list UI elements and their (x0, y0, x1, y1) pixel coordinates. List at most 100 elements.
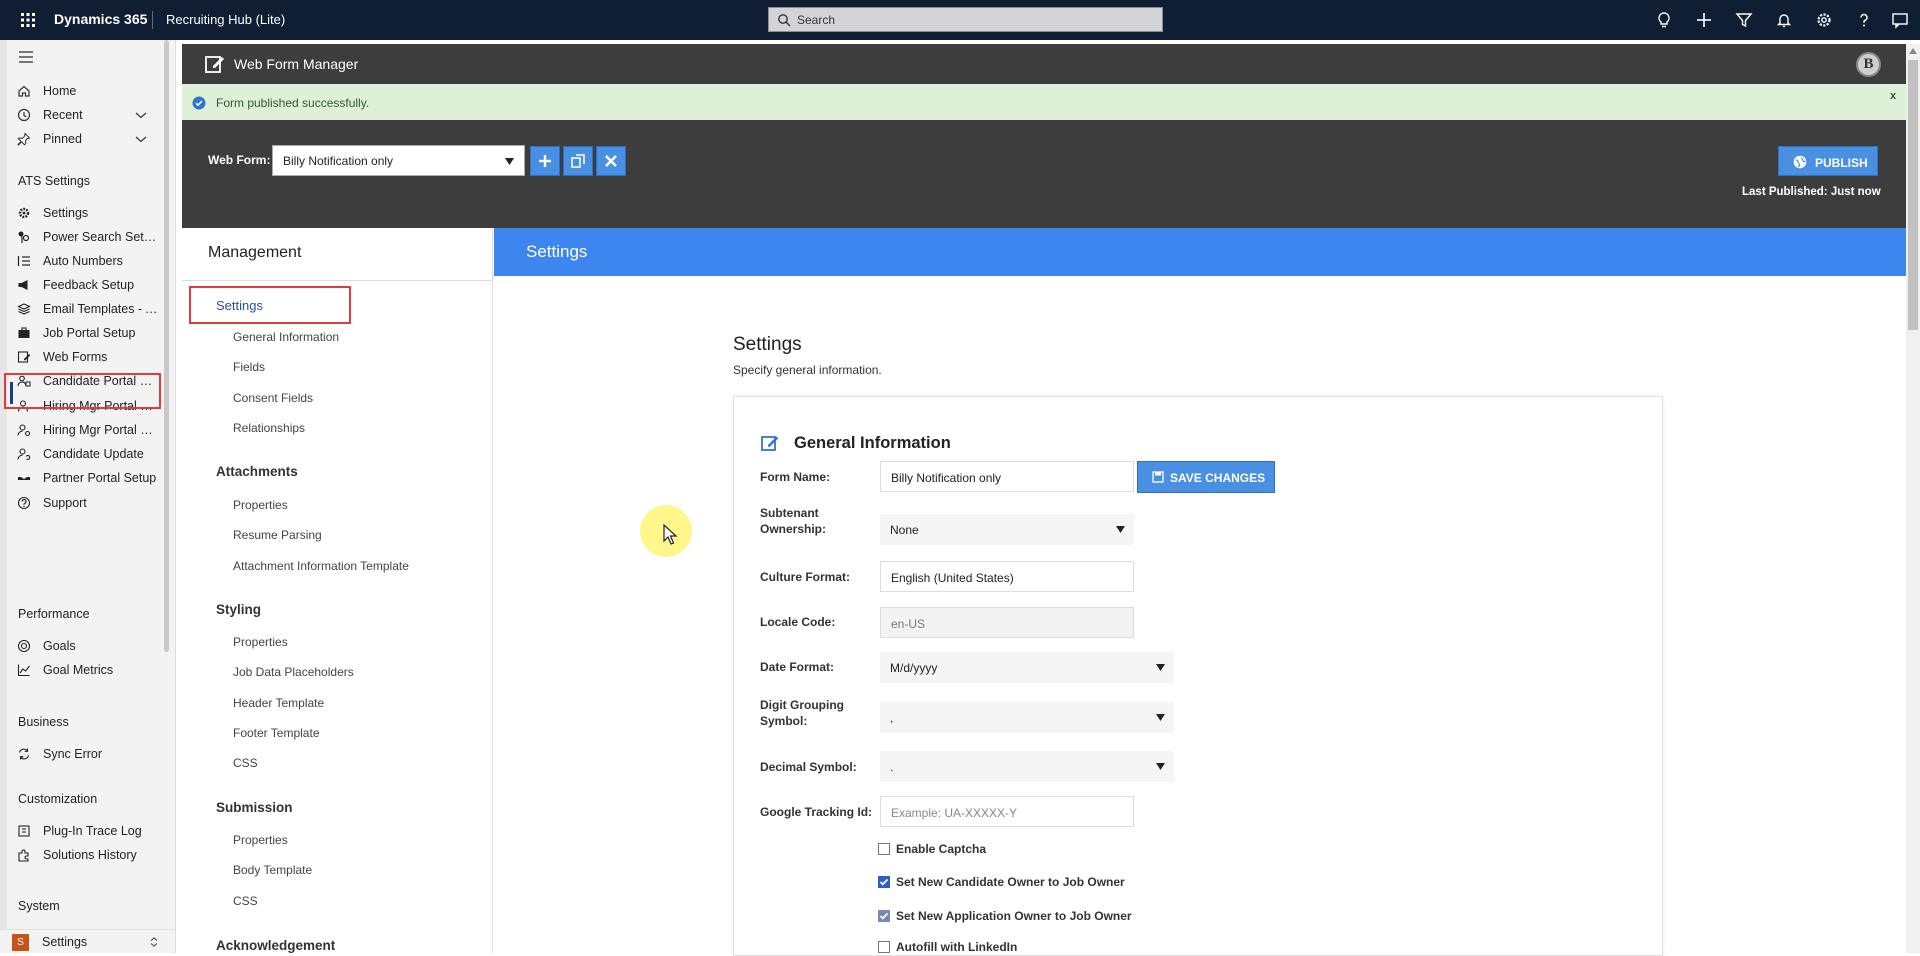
management-link-consent-fields[interactable]: Consent Fields (233, 391, 313, 405)
close-icon[interactable]: x (1890, 90, 1896, 102)
management-link-footer-template[interactable]: Footer Template (233, 726, 320, 740)
nav-item-label: Solutions History (43, 848, 137, 862)
subtenant-ownership-select[interactable]: None (880, 514, 1134, 545)
management-link-submission-properties[interactable]: Properties (233, 833, 288, 847)
management-link-attachment-information-template[interactable]: Attachment Information Template (233, 559, 409, 573)
digit-grouping-select[interactable]: , (880, 702, 1174, 733)
app-subtitle[interactable]: Recruiting Hub (Lite) (166, 12, 285, 27)
chat-icon[interactable] (1890, 10, 1910, 30)
decimal-symbol-select[interactable]: . (880, 751, 1174, 782)
checkmark-icon (879, 912, 889, 920)
management-link-resume-parsing[interactable]: Resume Parsing (233, 528, 322, 542)
management-section-attachments: Attachments (216, 464, 298, 479)
management-link-relationships[interactable]: Relationships (233, 421, 305, 435)
nav-item-job-portal-setup[interactable]: Job Portal Setup (10, 320, 160, 346)
hamburger-menu-icon[interactable] (18, 50, 34, 64)
culture-format-input[interactable]: English (United States) (880, 561, 1134, 592)
delete-form-button[interactable] (596, 146, 626, 176)
nav-item-goal-metrics[interactable]: Goal Metrics (10, 657, 160, 683)
highlight-box-web-forms (4, 373, 161, 409)
chevron-down-icon[interactable] (134, 109, 148, 121)
nav-item-web-forms[interactable]: Web Forms (10, 344, 160, 370)
avatar[interactable]: B (1856, 52, 1881, 77)
bell-icon[interactable] (1774, 10, 1794, 30)
nav-item-auto-numbers[interactable]: Auto Numbers (10, 248, 160, 274)
briefcase-icon (17, 326, 31, 340)
nav-item-sync-error[interactable]: Sync Error (10, 741, 160, 767)
nav-item-home[interactable]: Home (10, 78, 160, 104)
nav-item-feedback-setup[interactable]: Feedback Setup (10, 272, 160, 298)
web-form-label: Web Form: (208, 153, 271, 167)
checkmark-icon (879, 878, 889, 886)
candidate-owner-label: Set New Candidate Owner to Job Owner (896, 875, 1125, 889)
management-link-styling-css[interactable]: CSS (233, 756, 258, 770)
nav-item-email-templates[interactable]: Email Templates - Assignments (10, 296, 160, 322)
nav-item-label: Candidate Update (43, 447, 144, 461)
management-link-attachment-properties[interactable]: Properties (233, 498, 288, 512)
filter-icon[interactable] (1734, 10, 1754, 30)
gear-icon (17, 206, 31, 220)
copy-form-button[interactable] (563, 146, 593, 176)
scrollbar-thumb[interactable] (1908, 60, 1918, 330)
publish-button[interactable]: PUBLISH (1778, 146, 1878, 176)
nav-scrollbar[interactable] (164, 40, 169, 652)
dropdown-arrow-icon (1116, 526, 1125, 533)
locale-code-input: en-US (880, 607, 1134, 638)
date-format-select[interactable]: M/d/yyyy (880, 652, 1174, 683)
application-owner-checkbox[interactable] (878, 910, 890, 922)
app-launcher-icon[interactable] (18, 10, 38, 30)
general-information-card: General Information Form Name: Billy Not… (733, 396, 1663, 956)
nav-item-settings[interactable]: Settings (10, 200, 160, 226)
search-input[interactable]: Search (768, 7, 1163, 32)
add-form-button[interactable] (530, 146, 560, 176)
nav-item-recent[interactable]: Recent (10, 102, 160, 128)
management-link-job-data-placeholders[interactable]: Job Data Placeholders (233, 665, 354, 679)
nav-item-solutions-history[interactable]: Solutions History (10, 842, 160, 868)
nav-item-pinned[interactable]: Pinned (10, 126, 160, 152)
home-icon (17, 84, 31, 98)
chevron-down-icon[interactable] (134, 133, 148, 145)
area-switcher[interactable]: S Settings (0, 929, 175, 953)
culture-format-value: English (United States) (891, 571, 1014, 585)
layers-icon (17, 302, 31, 316)
save-icon (1152, 471, 1164, 483)
nav-item-label: Web Forms (43, 350, 108, 364)
management-link-header-template[interactable]: Header Template (233, 696, 324, 710)
web-form-select[interactable]: Billy Notification only (272, 145, 525, 176)
enable-captcha-checkbox[interactable] (878, 843, 890, 855)
close-icon (605, 155, 617, 167)
management-link-body-template[interactable]: Body Template (233, 863, 312, 877)
form-name-input[interactable]: Billy Notification only (880, 461, 1134, 492)
nav-item-partner-portal-setup[interactable]: Partner Portal Setup (10, 465, 160, 491)
nav-section-business: Business (18, 715, 69, 729)
nav-item-candidate-update[interactable]: Candidate Update (10, 441, 160, 467)
plus-icon[interactable] (1694, 10, 1714, 30)
megaphone-icon (17, 278, 31, 292)
web-form-manager-header: Web Form Manager B (182, 44, 1906, 84)
app-name[interactable]: Dynamics 365 (54, 11, 147, 27)
application-owner-label: Set New Application Owner to Job Owner (896, 909, 1132, 923)
edit-icon (760, 433, 780, 453)
scroll-up-icon[interactable] (1909, 48, 1917, 54)
nav-item-support[interactable]: Support (10, 490, 160, 516)
page-scrollbar[interactable] (1906, 44, 1920, 953)
nav-item-plug-in-trace-log[interactable]: Plug-In Trace Log (10, 818, 160, 844)
lightbulb-icon[interactable] (1654, 10, 1674, 30)
nav-item-goals[interactable]: Goals (10, 633, 160, 659)
nav-item-hiring-mgr-portal-config[interactable]: Hiring Mgr Portal Config (10, 417, 160, 443)
management-link-submission-css[interactable]: CSS (233, 894, 258, 908)
management-link-fields[interactable]: Fields (233, 360, 265, 374)
pin-icon (17, 132, 31, 146)
google-tracking-input[interactable]: Example: UA-XXXXX-Y (880, 796, 1134, 827)
management-link-styling-properties[interactable]: Properties (233, 635, 288, 649)
form-name-label: Form Name: (760, 470, 831, 484)
autofill-linkedin-checkbox[interactable] (878, 941, 890, 953)
gear-icon[interactable] (1814, 10, 1834, 30)
nav-item-label: Email Templates - Assignments (43, 302, 158, 316)
nav-item-power-search-settings[interactable]: Power Search Settings (10, 224, 160, 250)
web-form-select-value: Billy Notification only (283, 154, 394, 168)
help-icon[interactable] (1854, 10, 1874, 30)
save-changes-button[interactable]: SAVE CHANGES (1137, 461, 1275, 493)
management-link-general-information[interactable]: General Information (233, 330, 339, 344)
candidate-owner-checkbox[interactable] (878, 876, 890, 888)
